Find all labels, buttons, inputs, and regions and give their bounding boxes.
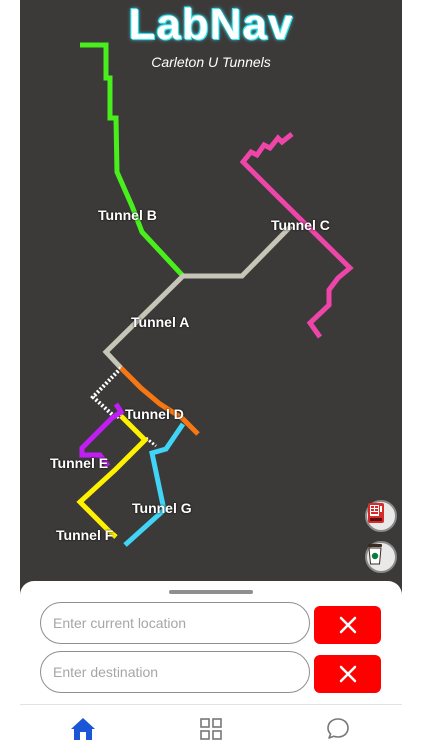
tunnel-f-path — [76, 414, 149, 539]
tunnel-label-d: Tunnel D — [125, 406, 184, 422]
tunnel-a-path — [102, 224, 293, 370]
tunnel-g-path — [123, 422, 186, 547]
tunnel-label-f: Tunnel F — [56, 527, 114, 543]
clear-current-location-button[interactable] — [314, 606, 381, 644]
tab-chat[interactable] — [318, 711, 358, 747]
vending-machine-button[interactable] — [365, 500, 397, 532]
tunnel-b-path — [80, 42, 185, 278]
close-icon — [339, 665, 356, 683]
destination-input[interactable] — [41, 652, 309, 692]
dotted-connector — [90, 366, 123, 421]
tunnel-map[interactable]: LabNav Carleton U Tunnels Tunnel B Tunne… — [20, 0, 402, 600]
grid-icon — [200, 718, 222, 740]
chat-icon — [327, 718, 349, 739]
app-subtitle: Carleton U Tunnels — [151, 54, 271, 70]
close-icon — [339, 616, 356, 634]
clear-destination-button[interactable] — [314, 655, 381, 693]
tunnel-label-a: Tunnel A — [131, 314, 190, 330]
tab-home[interactable] — [63, 711, 103, 747]
tunnel-label-b: Tunnel B — [98, 207, 157, 223]
tunnel-c-path — [239, 132, 354, 339]
app-title: LabNav — [128, 0, 294, 49]
sheet-drag-handle[interactable] — [169, 590, 253, 594]
coffee-button[interactable] — [365, 541, 397, 573]
vending-machine-icon — [368, 503, 384, 523]
destination-field[interactable] — [40, 651, 310, 693]
coffee-cup-icon — [368, 544, 382, 565]
tab-bar — [20, 704, 402, 751]
tunnel-label-c: Tunnel C — [271, 217, 330, 233]
current-location-field[interactable] — [40, 602, 310, 644]
tunnel-label-g: Tunnel G — [132, 500, 192, 516]
home-icon — [71, 718, 95, 740]
tunnel-label-e: Tunnel E — [50, 455, 109, 471]
current-location-input[interactable] — [41, 603, 309, 643]
tab-grid[interactable] — [191, 711, 231, 747]
tunnel-network — [76, 42, 354, 547]
